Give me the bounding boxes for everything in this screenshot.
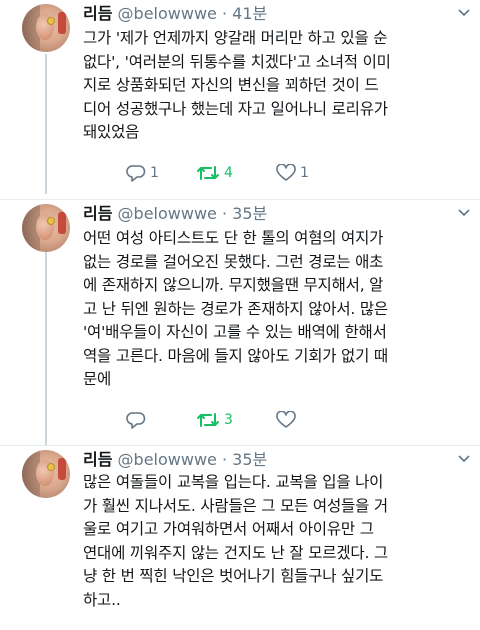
- tweet-header: 리듬 @belowwwe · 35분: [83, 450, 268, 469]
- display-name[interactable]: 리듬: [83, 4, 112, 23]
- tweet-header: 리듬 @belowwwe · 41분: [83, 4, 268, 23]
- user-handle[interactable]: @belowwwe: [118, 4, 217, 23]
- tweet-actions: 1 4 1: [126, 163, 336, 183]
- tweet-text: 많은 여돌들이 교복을 입는다. 교복을 입을 나이 가 훨씬 지나서도. 사람…: [83, 473, 388, 609]
- avatar[interactable]: [22, 4, 70, 52]
- heart-icon: [276, 411, 296, 429]
- tweet-thread: 리듬 @belowwwe · 41분 그가 '제가 언제까지 양갈래 머리만 하…: [0, 0, 480, 630]
- reply-icon: [126, 164, 146, 182]
- tweet[interactable]: 리듬 @belowwwe · 41분 그가 '제가 언제까지 양갈래 머리만 하…: [0, 0, 480, 200]
- retweet-count: 4: [224, 165, 233, 181]
- user-handle[interactable]: @belowwwe: [118, 204, 217, 223]
- retweet-count: 3: [224, 412, 233, 428]
- retweet-icon: [196, 411, 220, 429]
- tweet-actions: 3: [126, 410, 336, 430]
- tweet[interactable]: 리듬 @belowwwe · 35분 많은 여돌들이 교복을 입는다. 교복을 …: [0, 446, 480, 630]
- like-button[interactable]: 1: [276, 164, 336, 182]
- chevron-down-icon[interactable]: [458, 454, 470, 464]
- retweet-icon: [196, 164, 220, 182]
- timestamp[interactable]: 41분: [232, 4, 267, 23]
- tweet[interactable]: 리듬 @belowwwe · 35분 어떤 여성 아티스트도 단 한 톨의 여혐…: [0, 200, 480, 446]
- heart-icon: [276, 164, 296, 182]
- reply-icon: [126, 411, 146, 429]
- user-handle[interactable]: @belowwwe: [118, 450, 217, 469]
- chevron-down-icon[interactable]: [458, 208, 470, 218]
- timestamp[interactable]: 35분: [232, 450, 267, 469]
- reply-button[interactable]: [126, 411, 196, 429]
- display-name[interactable]: 리듬: [83, 204, 112, 223]
- avatar[interactable]: [22, 450, 70, 498]
- reply-button[interactable]: 1: [126, 164, 196, 182]
- retweet-button[interactable]: 3: [196, 411, 276, 429]
- retweet-button[interactable]: 4: [196, 164, 276, 182]
- chevron-down-icon[interactable]: [458, 8, 470, 18]
- tweet-header: 리듬 @belowwwe · 35분: [83, 204, 268, 223]
- display-name[interactable]: 리듬: [83, 450, 112, 469]
- timestamp[interactable]: 35분: [232, 204, 267, 223]
- like-count: 1: [300, 165, 309, 181]
- tweet-text: 그가 '제가 언제까지 양갈래 머리만 하고 있을 순 없다', '여러분의 뒤…: [83, 29, 391, 141]
- tweet-text: 어떤 여성 아티스트도 단 한 톨의 여혐의 여지가 없는 경로를 걸어오진 못…: [83, 229, 388, 388]
- avatar[interactable]: [22, 204, 70, 252]
- like-button[interactable]: [276, 411, 336, 429]
- reply-count: 1: [150, 165, 159, 181]
